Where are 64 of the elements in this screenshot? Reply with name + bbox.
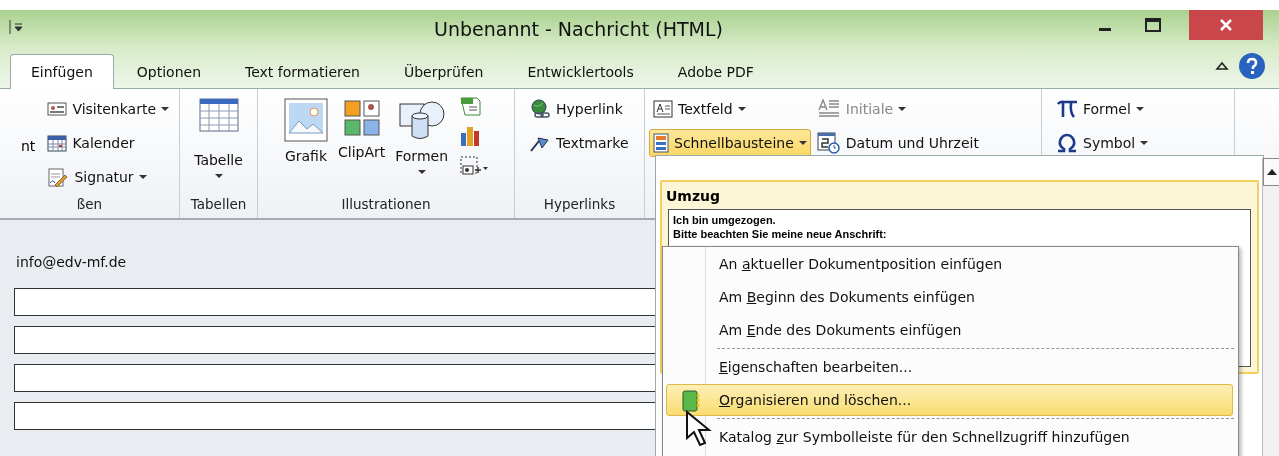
close-icon <box>1219 18 1233 32</box>
card-icon <box>47 101 68 117</box>
ribbon-button[interactable]: Hyperlink <box>525 95 633 123</box>
triangle-up-icon <box>1266 169 1277 175</box>
ribbon-tab[interactable]: Text formatieren <box>224 54 381 88</box>
group-label: Hyperlinks <box>542 196 617 214</box>
preview-text: Bitte beachten Sie meine neue Anschrift: <box>673 227 887 241</box>
scrollbar[interactable] <box>1262 158 1279 456</box>
picture-icon <box>284 98 328 142</box>
clip-art-icon <box>341 98 382 138</box>
maximize-icon <box>1145 18 1161 32</box>
omega-icon <box>1056 133 1078 153</box>
minimize-icon <box>1099 27 1111 31</box>
ribbon-tab[interactable]: Überprüfen <box>382 54 505 88</box>
ribbon-button[interactable]: Grafik <box>279 93 333 196</box>
smartart-icon <box>459 96 481 116</box>
menu-item[interactable]: Katalog zur Symbolleiste für den Schnellzugriff hinzufügen <box>666 421 1233 453</box>
menu-item[interactable]: Am Ende des Dokuments einfügen <box>666 314 1233 346</box>
bookmark-flag-icon <box>529 134 551 152</box>
sender-address: info@edv-mf.de <box>16 254 127 270</box>
ribbon-tab[interactable]: Einfügen <box>10 54 114 89</box>
help-icon <box>1245 57 1259 75</box>
text-box-icon <box>653 100 673 118</box>
help-button[interactable] <box>1239 53 1265 79</box>
building-blocks-icon <box>653 133 669 153</box>
group-label: ßen <box>75 196 104 214</box>
ribbon-tab[interactable]: Entwicklertools <box>506 54 655 88</box>
menu-item[interactable]: Am Beginn des Dokuments einfügen <box>666 281 1233 313</box>
group-label: Illustrationen <box>340 196 432 214</box>
scroll-up-button[interactable] <box>1263 158 1279 186</box>
ribbon-tab[interactable]: Optionen <box>115 54 222 88</box>
ribbon-button[interactable]: Textmarke <box>525 129 633 157</box>
ribbon-button[interactable]: ClipArt <box>333 93 391 196</box>
bar-chart-icon <box>459 125 481 147</box>
notebook-icon <box>681 390 701 412</box>
group-label: Tabellen <box>189 196 248 214</box>
table-icon <box>198 98 239 132</box>
ribbon-button[interactable]: Visitenkarte <box>43 95 173 123</box>
menu-item[interactable]: Organisieren und löschen... <box>666 384 1233 416</box>
ribbon-button[interactable]: Kalender <box>43 129 173 157</box>
window-title: Unbenannt - Nachricht (HTML) <box>433 17 724 40</box>
screenshot-icon <box>459 155 489 177</box>
quick-access-icon <box>8 18 24 35</box>
ribbon-tab[interactable]: Adobe PDF <box>656 54 775 88</box>
signature-icon <box>47 167 70 187</box>
gallery-item-title: Umzug <box>665 187 722 206</box>
ribbon-button-label: nt <box>21 137 36 154</box>
ribbon-button[interactable]: Schnellbausteine <box>649 129 811 157</box>
ribbon-button[interactable]: Formel <box>1052 95 1153 123</box>
ribbon-button[interactable]: Textfeld <box>649 95 811 123</box>
calendar-icon <box>47 134 68 152</box>
ribbon-button[interactable]: Formen <box>390 93 453 196</box>
menu-item[interactable]: Eigenschaften bearbeiten... <box>666 351 1233 383</box>
chevron-up-icon <box>1215 60 1229 72</box>
drop-cap-icon <box>816 99 841 119</box>
collapse-ribbon-button[interactable] <box>1215 60 1229 72</box>
shapes-icon <box>397 98 446 142</box>
close-button[interactable] <box>1189 10 1263 40</box>
globe-link-icon <box>529 99 551 119</box>
pi-icon <box>1056 99 1078 119</box>
ribbon-button[interactable]: Tabelle <box>189 93 248 196</box>
ribbon-button[interactable]: Signatur <box>43 163 173 191</box>
menu-item[interactable]: An aktueller Dokumentposition einfügen <box>666 248 1233 280</box>
preview-text: Ich bin umgezogen. <box>673 213 776 227</box>
